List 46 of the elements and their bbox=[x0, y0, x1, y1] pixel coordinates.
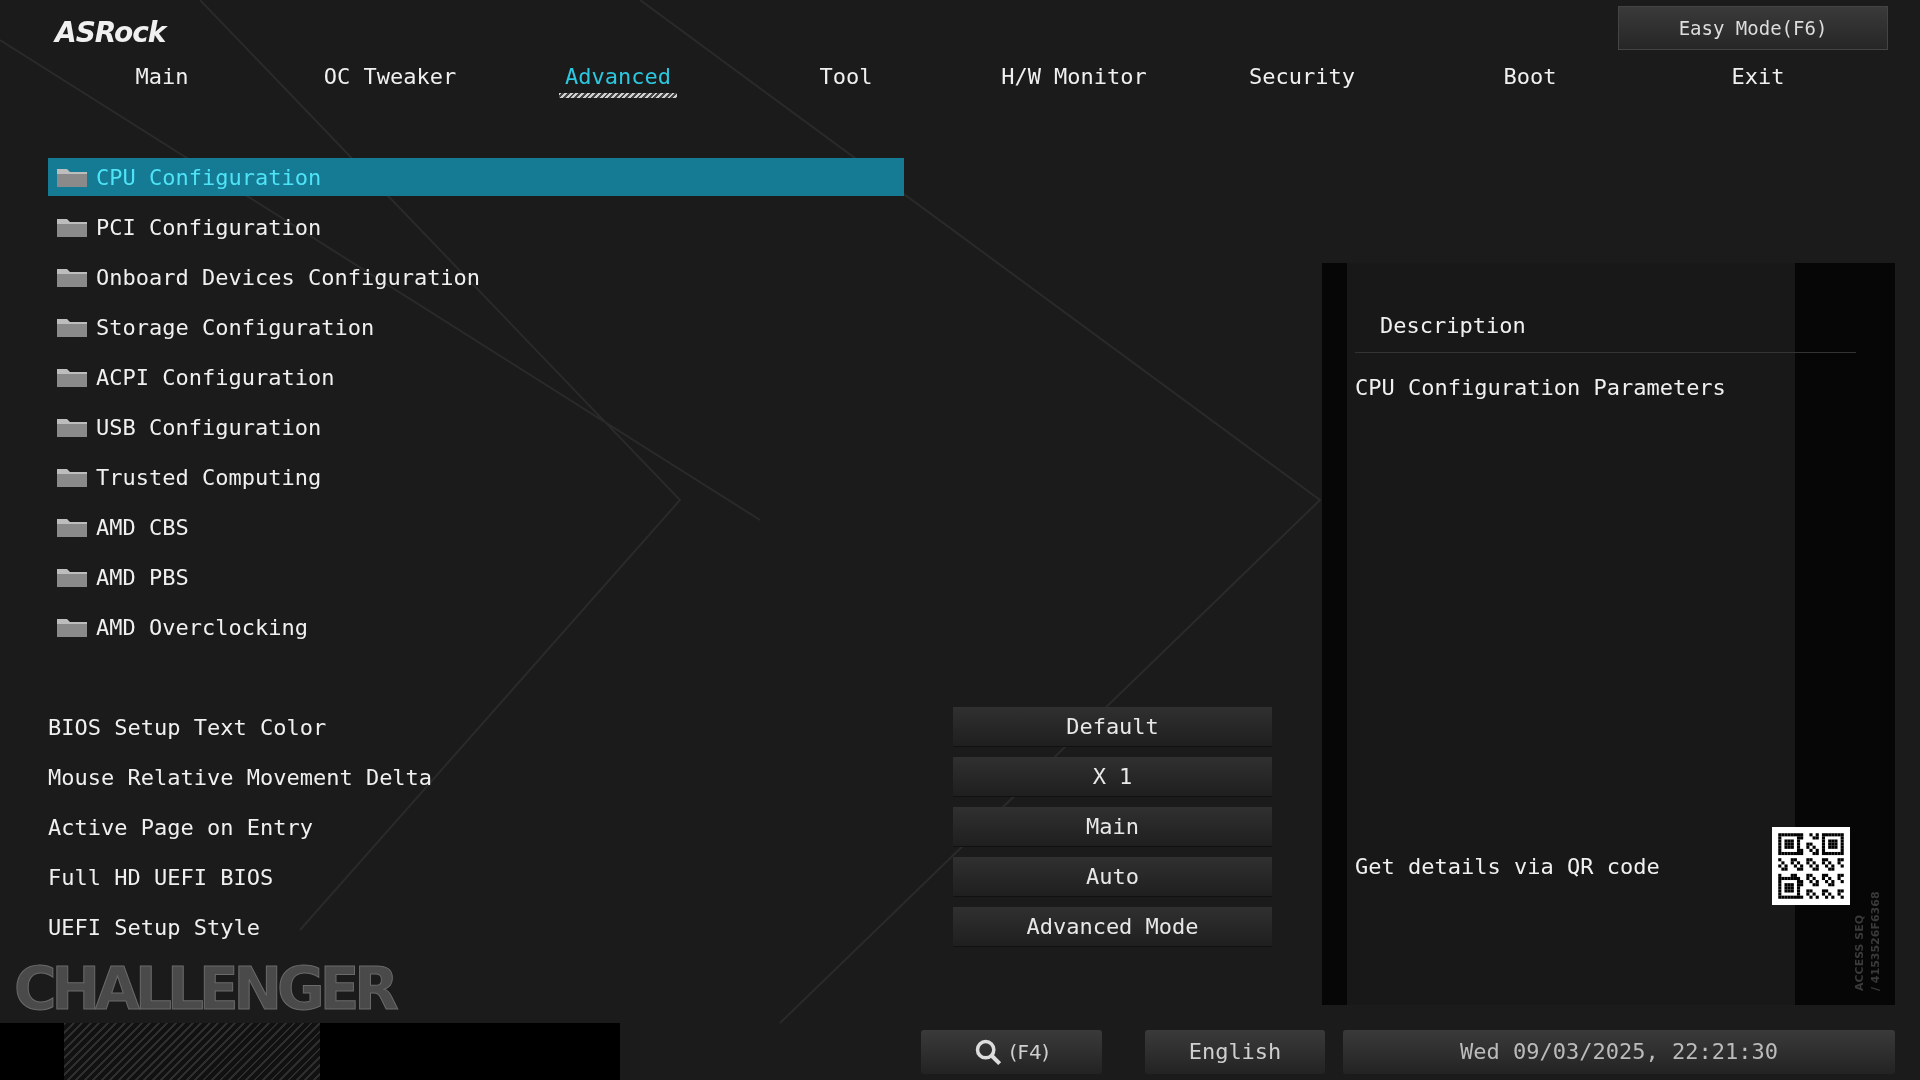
folder-icon bbox=[56, 566, 88, 588]
setting-label: UEFI Setup Style bbox=[48, 914, 261, 940]
menu-item[interactable]: Trusted Computing bbox=[48, 458, 904, 496]
folder-icon bbox=[56, 466, 88, 488]
qr-hint: Get details via QR code bbox=[1355, 853, 1660, 879]
folder-icon bbox=[56, 266, 88, 288]
setting-value-button[interactable]: Default bbox=[953, 707, 1272, 747]
tab[interactable]: Boot bbox=[1416, 54, 1644, 98]
tab[interactable]: H/W Monitor bbox=[960, 54, 1188, 98]
tab[interactable]: Main bbox=[48, 54, 276, 98]
setting-label: Active Page on Entry bbox=[48, 814, 314, 840]
search-button[interactable]: (F4) bbox=[921, 1029, 1102, 1074]
tab[interactable]: Security bbox=[1188, 54, 1416, 98]
language-button[interactable]: English bbox=[1145, 1029, 1325, 1074]
menu-item[interactable]: AMD CBS bbox=[48, 508, 904, 546]
folder-icon bbox=[56, 616, 88, 638]
menu-item[interactable]: Storage Configuration bbox=[48, 308, 904, 346]
tab[interactable]: Tool bbox=[732, 54, 960, 98]
tab[interactable]: Exit bbox=[1644, 54, 1872, 98]
setting-label: Full HD UEFI BIOS bbox=[48, 864, 275, 890]
folder-icon bbox=[56, 216, 88, 238]
menu-item[interactable]: AMD Overclocking bbox=[48, 608, 904, 646]
menu-item[interactable]: ACPI Configuration bbox=[48, 358, 904, 396]
brand-mark: CHALLENGER bbox=[14, 955, 394, 1023]
setting-value-button[interactable]: Main bbox=[953, 807, 1272, 847]
folder-icon bbox=[56, 416, 88, 438]
menu-item[interactable]: PCI Configuration bbox=[48, 208, 904, 246]
folder-icon bbox=[56, 166, 88, 188]
menu-item[interactable]: AMD PBS bbox=[48, 558, 904, 596]
tab[interactable]: OC Tweaker bbox=[276, 54, 504, 98]
search-icon bbox=[973, 1037, 1002, 1066]
folder-icon bbox=[56, 316, 88, 338]
brand-logo: ASRock bbox=[55, 16, 166, 49]
folder-icon bbox=[56, 516, 88, 538]
setting-value-button[interactable]: X 1 bbox=[953, 757, 1272, 797]
menu-item[interactable]: USB Configuration bbox=[48, 408, 904, 446]
description-text: CPU Configuration Parameters bbox=[1355, 375, 1727, 400]
setting-label: Mouse Relative Movement Delta bbox=[48, 764, 434, 790]
setting-value-button[interactable]: Auto bbox=[953, 857, 1272, 897]
description-title: Description bbox=[1355, 313, 1856, 353]
easy-mode-button[interactable]: Easy Mode(F6) bbox=[1618, 6, 1888, 50]
setting-value-button[interactable]: Advanced Mode bbox=[953, 907, 1272, 947]
menu-item[interactable]: Onboard Devices Configuration bbox=[48, 258, 904, 296]
setting-label: BIOS Setup Text Color bbox=[48, 714, 328, 740]
folder-icon bbox=[56, 366, 88, 388]
date-time: Wed 09/03/2025, 22:21:30 bbox=[1343, 1029, 1895, 1074]
